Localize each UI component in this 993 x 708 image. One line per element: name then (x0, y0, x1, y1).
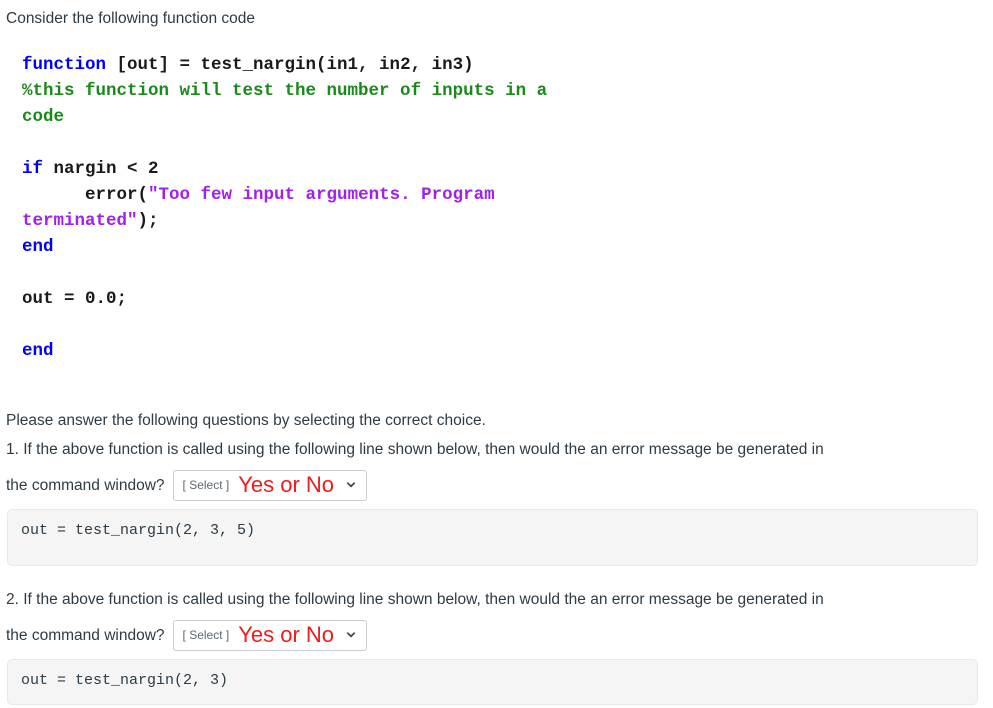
question-1-select-placeholder: [ Select ] (182, 478, 230, 492)
code-token-pln: out = 0.0; (22, 289, 128, 309)
question-1-select[interactable]: [ Select ] Yes or No (172, 470, 368, 501)
code-token-cmt: %this function will test the number of i… (22, 81, 548, 101)
code-line: function [out] = test_nargin(in1, in2, i… (22, 52, 547, 78)
question-1: 1. If the above function is called using… (6, 435, 991, 501)
code-line: end (22, 234, 547, 260)
question-1-answer-row: the command window? [ Select ] Yes or No (6, 470, 991, 501)
code-token-pln: nargin < 2 (43, 159, 159, 179)
code-line: terminated"); (22, 208, 547, 234)
code-token-str: "Too few input arguments. Program (148, 185, 495, 205)
question-2-select-value: Yes or No (238, 622, 335, 647)
code-line: %this function will test the number of i… (22, 78, 547, 104)
code-token-kw: end (22, 341, 54, 361)
question-1-select-value: Yes or No (238, 472, 335, 497)
quiz-page: Consider the following function code fun… (0, 0, 993, 708)
code-line: end (22, 338, 547, 364)
chevron-down-icon (345, 629, 357, 641)
question-1-code-sample: out = test_nargin(2, 3, 5) (7, 509, 978, 566)
question-2-line-1: 2. If the above function is called using… (6, 591, 824, 608)
code-line: if nargin < 2 (22, 156, 547, 182)
intro-prompt: Consider the following function code (6, 10, 256, 27)
question-2-answer-row: the command window? [ Select ] Yes or No (6, 620, 991, 651)
code-token-str: terminated" (22, 211, 138, 231)
question-2-line-2: the command window? (6, 626, 165, 644)
instructions-text: Please answer the following questions by… (6, 412, 486, 429)
code-token-kw: function (22, 55, 107, 75)
question-2-select[interactable]: [ Select ] Yes or No (172, 620, 368, 651)
question-2-code-sample: out = test_nargin(2, 3) (7, 659, 978, 705)
question-1-line-1: 1. If the above function is called using… (6, 441, 824, 458)
code-token-pln: ); (137, 211, 159, 231)
code-line: out = 0.0; (22, 286, 547, 312)
question-1-line-2: the command window? (6, 476, 165, 494)
chevron-down-icon (345, 479, 357, 491)
code-token-pln: [out] = test_nargin(in1, in2, in3) (106, 55, 474, 75)
question-2-select-placeholder: [ Select ] (182, 628, 230, 642)
code-token-kw: end (22, 237, 54, 257)
code-token-pln: error( (22, 185, 149, 205)
code-token-cmt: code (22, 107, 65, 127)
matlab-code-listing: function [out] = test_nargin(in1, in2, i… (22, 52, 547, 364)
question-2: 2. If the above function is called using… (6, 585, 991, 651)
code-token-kw: if (22, 159, 44, 179)
code-line: error("Too few input arguments. Program (22, 182, 547, 208)
code-line: code (22, 104, 547, 130)
